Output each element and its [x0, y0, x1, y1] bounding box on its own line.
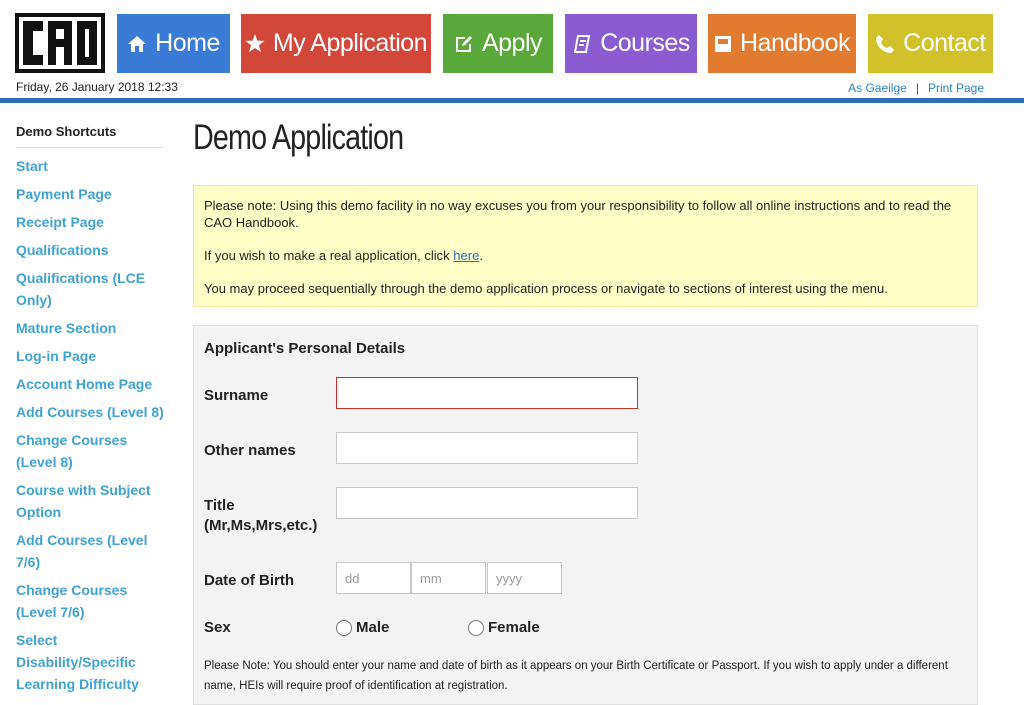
sidebar-item-login-page[interactable]: Log-in Page	[16, 345, 166, 367]
female-radio-label: Female	[488, 619, 540, 636]
sidebar-item-add-courses-level8[interactable]: Add Courses (Level 8)	[16, 401, 166, 423]
personal-details-form: Applicant's Personal Details Surname Oth…	[193, 325, 978, 705]
male-radio-label: Male	[356, 619, 390, 636]
nav-apply-label: Apply	[481, 29, 543, 57]
title-label-hint: (Mr,Ms,Mrs,etc.)	[204, 517, 318, 534]
edit-icon	[454, 34, 474, 54]
demo-shortcuts-sidebar: Demo Shortcuts Start Payment Page Receip…	[16, 124, 166, 701]
nav-courses-label: Courses	[600, 29, 690, 57]
cao-logo[interactable]	[15, 13, 105, 73]
notice-navigation-text: You may proceed sequentially through the…	[204, 281, 888, 296]
dob-day-input[interactable]	[336, 562, 411, 594]
date-of-birth-label: Date of Birth	[204, 572, 294, 589]
star-icon	[245, 34, 265, 53]
sidebar-item-change-courses-level8[interactable]: Change Courses (Level 8)	[16, 429, 166, 473]
female-radio[interactable]	[468, 619, 484, 636]
sidebar-item-add-courses-level76[interactable]: Add Courses (Level 7/6)	[16, 529, 166, 573]
cao-logo-mark	[15, 13, 105, 73]
notice-real-application-prefix: If you wish to make a real application, …	[204, 248, 454, 263]
link-separator: |	[915, 81, 919, 95]
identity-note: Please Note: You should enter your name …	[204, 660, 948, 692]
title-input[interactable]	[336, 487, 638, 519]
current-datetime: Friday, 26 January 2018 12:33	[16, 80, 178, 94]
home-icon	[127, 35, 147, 53]
sidebar-item-qualifications-lce[interactable]: Qualifications (LCE Only)	[16, 267, 166, 311]
nav-home-button[interactable]: Home	[117, 14, 230, 73]
nav-courses-button[interactable]: Courses	[565, 14, 697, 73]
print-page-link[interactable]: Print Page	[928, 81, 984, 95]
header-divider	[0, 98, 1024, 103]
dob-year-input[interactable]	[487, 562, 562, 594]
sex-label: Sex	[204, 619, 231, 636]
sidebar-item-change-courses-level76[interactable]: Change Courses (Level 7/6)	[16, 579, 166, 623]
demo-notice-box: Please note: Using this demo facility in…	[193, 185, 978, 307]
nav-my-application-button[interactable]: My Application	[241, 14, 431, 73]
notice-responsibility-text: Please note: Using this demo facility in…	[204, 198, 952, 230]
dob-month-input[interactable]	[411, 562, 486, 594]
nav-apply-button[interactable]: Apply	[443, 14, 553, 73]
form-section-title: Applicant's Personal Details	[204, 340, 406, 357]
top-links: As Gaeilge | Print Page	[848, 81, 984, 95]
title-label: Title (Mr,Ms,Mrs,etc.)	[204, 496, 317, 536]
sidebar-item-receipt-page[interactable]: Receipt Page	[16, 211, 166, 233]
sidebar-item-qualifications[interactable]: Qualifications	[16, 239, 166, 261]
sex-option-male[interactable]: Male	[336, 619, 389, 636]
title-label-text: Title	[204, 497, 235, 514]
book-icon	[572, 34, 592, 54]
male-radio[interactable]	[336, 619, 352, 636]
other-names-label: Other names	[204, 442, 296, 459]
handbook-icon	[714, 35, 732, 53]
other-names-input[interactable]	[336, 432, 638, 464]
nav-handbook-button[interactable]: Handbook	[708, 14, 856, 73]
sidebar-item-course-subject-option[interactable]: Course with Subject Option	[16, 479, 166, 523]
surname-input[interactable]	[336, 377, 638, 409]
sidebar-item-disability[interactable]: Select Disability/Specific Learning Diff…	[16, 629, 166, 695]
sidebar-item-payment-page[interactable]: Payment Page	[16, 183, 166, 205]
nav-my-application-label: My Application	[272, 29, 428, 57]
real-application-link[interactable]: here	[453, 248, 479, 263]
sidebar-item-start[interactable]: Start	[16, 155, 166, 177]
sidebar-item-account-home[interactable]: Account Home Page	[16, 373, 166, 395]
sidebar-title: Demo Shortcuts	[16, 124, 163, 148]
phone-icon	[875, 34, 895, 54]
notice-real-application-suffix: .	[479, 248, 483, 263]
sidebar-item-mature-section[interactable]: Mature Section	[16, 317, 166, 339]
notice-real-application-text: If you wish to make a real application, …	[204, 247, 967, 264]
nav-handbook-label: Handbook	[740, 29, 850, 57]
page-title: Demo Application	[193, 118, 404, 157]
nav-contact-button[interactable]: Contact	[868, 14, 993, 73]
nav-home-label: Home	[155, 29, 220, 57]
surname-label: Surname	[204, 387, 269, 404]
irish-language-link[interactable]: As Gaeilge	[848, 81, 907, 95]
nav-contact-label: Contact	[903, 29, 986, 57]
sex-option-female[interactable]: Female	[468, 619, 540, 636]
